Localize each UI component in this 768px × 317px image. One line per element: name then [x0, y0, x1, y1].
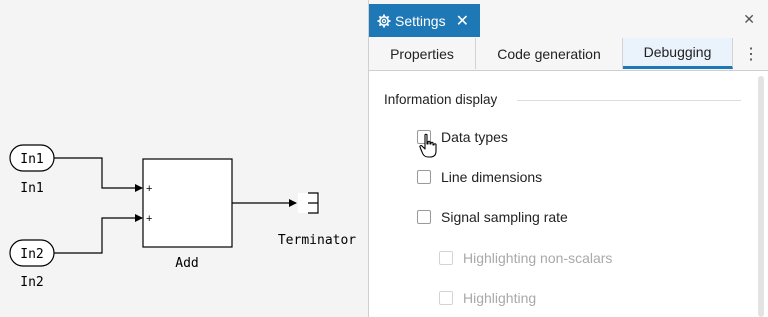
terminator-caption: Terminator: [278, 233, 356, 248]
checkbox-line-dimensions[interactable]: [417, 170, 431, 184]
option-line-dimensions[interactable]: Line dimensions: [417, 169, 542, 185]
tab-debugging[interactable]: Debugging: [623, 38, 733, 69]
in1-caption: In1: [20, 181, 43, 196]
checkbox-highlighting-non-scalars: [439, 251, 453, 265]
option-label: Highlighting non-scalars: [463, 250, 613, 266]
in1-block-label: In1: [20, 152, 43, 167]
tab-bar: Properties Code generation Debugging ⋮: [369, 38, 768, 71]
add-port1-sign: +: [146, 183, 152, 195]
option-signal-sampling-rate[interactable]: Signal sampling rate: [417, 209, 568, 225]
add-caption: Add: [175, 256, 198, 271]
tab-code-generation[interactable]: Code generation: [476, 38, 623, 69]
close-tab-icon[interactable]: ✕: [456, 11, 469, 31]
panel-titlebar: Settings ✕ ✕: [369, 0, 768, 39]
hand-cursor-icon: [419, 133, 439, 164]
option-label: Data types: [441, 129, 508, 145]
debugging-content: Information display Data types Line dime…: [369, 71, 755, 317]
panel-title: Settings: [395, 12, 446, 29]
option-label: Highlighting: [463, 290, 537, 306]
close-panel-icon[interactable]: ✕: [743, 11, 755, 28]
option-highlighting: Highlighting: [439, 290, 536, 306]
settings-panel: Settings ✕ ✕ Properties Code generation …: [368, 0, 768, 317]
checkbox-highlighting: [439, 291, 453, 305]
add-block[interactable]: + +: [142, 158, 233, 248]
checkbox-signal-sampling-rate[interactable]: [417, 210, 431, 224]
settings-title-tab[interactable]: Settings ✕: [369, 4, 480, 37]
section-title: Information display: [384, 92, 498, 107]
option-label: Line dimensions: [441, 169, 543, 185]
section-divider: [517, 100, 741, 101]
signal-line-in1-add[interactable]: [54, 157, 143, 192]
diagram-canvas[interactable]: In1 In1 In2 In2 + + Add Terminator: [0, 0, 368, 317]
terminator-block[interactable]: [298, 192, 320, 214]
option-highlighting-non-scalars: Highlighting non-scalars: [439, 250, 612, 266]
inport-block-in2[interactable]: In2: [9, 239, 55, 267]
more-options-icon[interactable]: ⋮: [733, 38, 768, 69]
signal-line-in2-add[interactable]: [54, 214, 143, 254]
in2-block-label: In2: [20, 247, 43, 262]
option-label: Signal sampling rate: [441, 209, 568, 225]
inport-block-in1[interactable]: In1: [9, 144, 55, 172]
add-port2-sign: +: [146, 213, 152, 225]
panel-scrollbar[interactable]: [758, 76, 764, 317]
tab-properties[interactable]: Properties: [369, 38, 476, 69]
in2-caption: In2: [20, 275, 43, 290]
gear-icon: [377, 14, 391, 28]
